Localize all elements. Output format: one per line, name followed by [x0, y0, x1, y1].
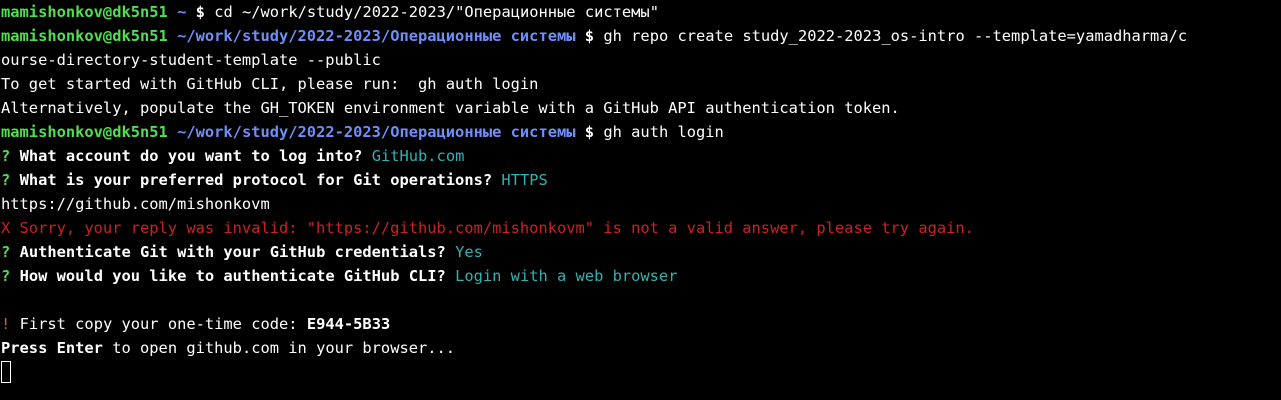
question-mark-icon: ?	[1, 147, 11, 165]
terminal-cursor[interactable]	[1, 361, 11, 383]
prompt-user-host: mamishonkov@dk5n51	[1, 3, 168, 21]
command-continuation: ourse-directory-student-template --publi…	[1, 51, 381, 69]
prompt-path: ~/work/study/2022-2023/Операционные сист…	[177, 123, 576, 141]
question-text: What account do you want to log into?	[19, 147, 363, 165]
answer-text: Yes	[455, 243, 483, 261]
question-mark-icon: ?	[1, 171, 11, 189]
answer-text: HTTPS	[501, 171, 548, 189]
output-text: To get started with GitHub CLI, please r…	[1, 75, 539, 93]
terminal-line-13-blank	[1, 288, 1281, 312]
prompt-symbol: $	[584, 123, 595, 141]
typed-input-text: https://github.com/mishonkovm	[1, 195, 270, 213]
question-mark-icon: ?	[1, 267, 11, 285]
error-message: X Sorry, your reply was invalid: "https:…	[1, 219, 974, 237]
terminal-window[interactable]: mamishonkov@dk5n51 ~ $ cd ~/work/study/2…	[0, 0, 1281, 400]
press-enter-label: Press Enter	[1, 339, 103, 357]
terminal-line-1: mamishonkov@dk5n51 ~ $ cd ~/work/study/2…	[1, 0, 1281, 24]
command-text: cd ~/work/study/2022-2023/"Операционные …	[214, 3, 659, 21]
command-text: gh auth login	[603, 123, 724, 141]
prompt-path: ~	[177, 3, 187, 21]
terminal-line-16	[1, 360, 1281, 384]
terminal-line-3: ourse-directory-student-template --publi…	[1, 48, 1281, 72]
prompt-symbol: $	[584, 27, 595, 45]
terminal-line-2: mamishonkov@dk5n51 ~/work/study/2022-202…	[1, 24, 1281, 48]
question-mark-icon: ?	[1, 243, 11, 261]
question-text: What is your preferred protocol for Git …	[19, 171, 493, 189]
prompt-user-host: mamishonkov@dk5n51	[1, 27, 168, 45]
answer-text: Login with a web browser	[455, 267, 678, 285]
terminal-line-5: Alternatively, populate the GH_TOKEN env…	[1, 96, 1281, 120]
terminal-line-6: mamishonkov@dk5n51 ~/work/study/2022-202…	[1, 120, 1281, 144]
prompt-symbol: $	[195, 3, 205, 21]
terminal-line-4: To get started with GitHub CLI, please r…	[1, 72, 1281, 96]
one-time-code: E944-5B33	[306, 315, 391, 333]
question-text: How would you like to authenticate GitHu…	[19, 267, 446, 285]
command-text: gh repo create study_2022-2023_os-intro …	[603, 27, 1188, 45]
output-text: Alternatively, populate the GH_TOKEN env…	[1, 99, 900, 117]
terminal-line-12: ? How would you like to authenticate Git…	[1, 264, 1281, 288]
terminal-line-9: https://github.com/mishonkovm	[1, 192, 1281, 216]
terminal-line-14: ! First copy your one-time code: E944-5B…	[1, 312, 1281, 336]
terminal-line-15: Press Enter to open github.com in your b…	[1, 336, 1281, 360]
prompt-path: ~/work/study/2022-2023/Операционные сист…	[177, 27, 576, 45]
terminal-line-10: X Sorry, your reply was invalid: "https:…	[1, 216, 1281, 240]
terminal-line-7: ? What account do you want to log into? …	[1, 144, 1281, 168]
answer-text: GitHub.com	[371, 147, 465, 165]
code-label: First copy your one-time code:	[19, 315, 298, 333]
terminal-line-8: ? What is your preferred protocol for Gi…	[1, 168, 1281, 192]
press-enter-rest: to open github.com in your browser...	[112, 339, 456, 357]
exclamation-icon: !	[1, 315, 11, 333]
prompt-user-host: mamishonkov@dk5n51	[1, 123, 168, 141]
terminal-line-11: ? Authenticate Git with your GitHub cred…	[1, 240, 1281, 264]
question-text: Authenticate Git with your GitHub creden…	[19, 243, 446, 261]
